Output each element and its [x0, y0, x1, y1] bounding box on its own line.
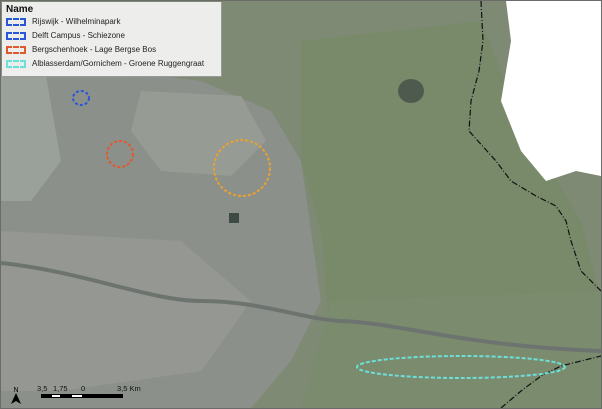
legend-swatch: [6, 32, 26, 40]
legend-title: Name: [6, 4, 34, 15]
scale-segment: [61, 394, 71, 398]
legend: Name Rijswijk - Wilhelminapark Delft Cam…: [2, 2, 222, 77]
legend-item: Delft Campus - Schiezone: [6, 31, 220, 43]
scale-bar: 3,5 1,75 0 3,5 Km: [37, 384, 159, 406]
scale-label: 3,5: [37, 384, 48, 393]
legend-label: Rijswijk - Wilhelminapark: [32, 17, 121, 26]
legend-swatch: [6, 18, 26, 26]
legend-swatch: [6, 60, 26, 68]
scale-segment: [51, 394, 61, 398]
north-label: N: [13, 387, 18, 394]
map-frame: Name Rijswijk - Wilhelminapark Delft Cam…: [0, 0, 602, 409]
scale-segment: [83, 394, 123, 398]
scale-label: 1,75: [53, 384, 68, 393]
scale-label: 0: [81, 384, 86, 393]
scale-segment: [41, 394, 51, 398]
lake: [398, 79, 424, 103]
legend-item: Rijswijk - Wilhelminapark: [6, 17, 220, 29]
legend-swatch: [6, 46, 26, 54]
scale-label: 3,5 Km: [117, 384, 141, 393]
legend-label: Delft Campus - Schiezone: [32, 31, 125, 40]
legend-label: Alblasserdam/Gornichem - Groene Ruggengr…: [32, 59, 205, 68]
legend-item: Bergschenhoek - Lage Bergse Bos: [6, 45, 220, 57]
north-arrow-icon: N: [11, 387, 21, 404]
scale-segment: [71, 394, 83, 398]
pond: [229, 213, 239, 223]
north-arrow: N: [9, 385, 23, 405]
legend-label: Bergschenhoek - Lage Bergse Bos: [32, 45, 157, 54]
legend-item: Alblasserdam/Gornichem - Groene Ruggengr…: [6, 59, 220, 71]
